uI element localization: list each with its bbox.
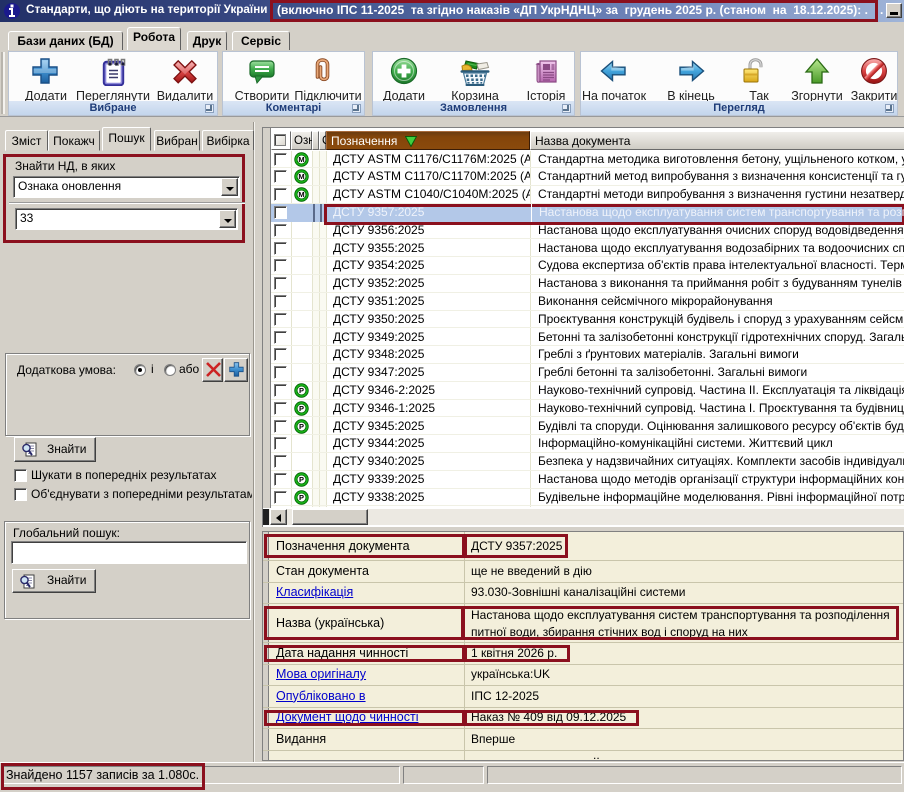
svg-text:Р: Р: [299, 422, 304, 431]
svg-text:Р: Р: [299, 386, 304, 395]
svg-text:М: М: [298, 190, 304, 199]
svg-text:Р: Р: [299, 493, 304, 502]
svg-text:М: М: [298, 155, 304, 164]
svg-text:Р: Р: [299, 475, 304, 484]
svg-text:Р: Р: [299, 404, 304, 413]
svg-text:М: М: [298, 172, 304, 181]
